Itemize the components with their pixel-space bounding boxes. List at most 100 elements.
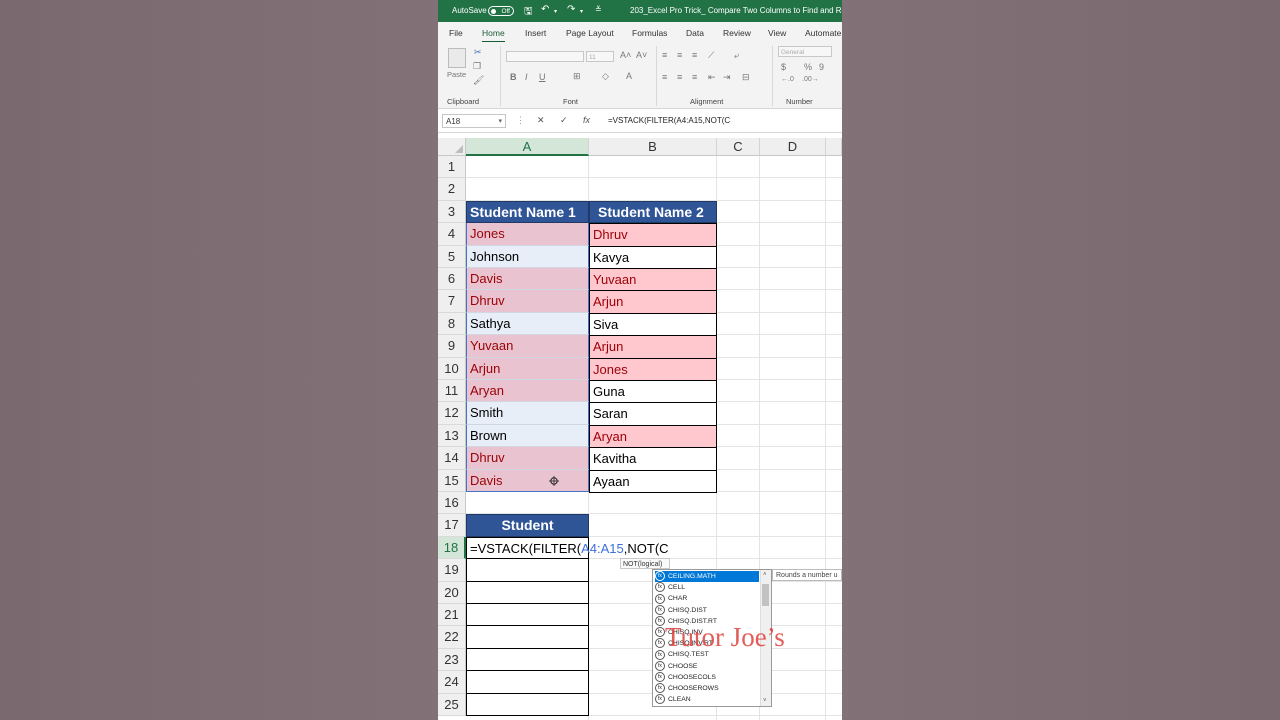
table-cell-a[interactable]: Davis — [466, 469, 589, 492]
row-header-23[interactable]: 23 — [438, 648, 466, 672]
row-header-4[interactable]: 4 — [438, 223, 466, 246]
autocomplete-item[interactable]: fx CEILING.MATH — [655, 571, 759, 582]
number-format-box[interactable]: General — [778, 46, 832, 57]
result-cell[interactable] — [466, 648, 589, 672]
tab-page-layout[interactable]: Page Layout — [566, 28, 614, 38]
row-header-22[interactable]: 22 — [438, 626, 466, 649]
row-header-1[interactable]: 1 — [438, 156, 466, 179]
align-center-icon[interactable]: ≡ — [677, 72, 682, 82]
table-cell-a[interactable]: Davis — [466, 268, 589, 291]
table-cell-b[interactable]: Arjun — [589, 335, 717, 359]
percent-icon[interactable]: % — [804, 62, 812, 72]
table-cell-a[interactable]: Aryan — [466, 380, 589, 403]
table-cell-b[interactable]: Kavya — [589, 245, 717, 269]
increase-indent-icon[interactable]: ⇥ — [723, 72, 731, 83]
top-align-icon[interactable]: ≡ — [662, 50, 667, 60]
tab-file[interactable]: File — [449, 28, 463, 38]
table-cell-a[interactable]: Brown — [466, 424, 589, 448]
scroll-thumb[interactable] — [762, 584, 769, 606]
merge-center-icon[interactable]: ⊟ — [742, 72, 750, 83]
header-student-name-2[interactable]: Student Name 2 — [589, 200, 717, 224]
row-header-12[interactable]: 12 — [438, 402, 466, 425]
increase-decimal-icon[interactable]: ←.0 — [781, 76, 794, 83]
name-box[interactable]: A18 — [442, 114, 506, 129]
underline-icon[interactable]: U — [539, 72, 546, 82]
table-cell-b[interactable]: Siva — [589, 312, 717, 337]
row-header-25[interactable]: 25 — [438, 693, 466, 716]
wrap-text-icon[interactable]: ⤶ — [734, 50, 739, 61]
table-cell-b[interactable]: Saran — [589, 402, 717, 426]
table-cell-b[interactable]: Guna — [589, 380, 717, 404]
column-header-b[interactable]: B — [589, 138, 717, 156]
row-header-14[interactable]: 14 — [438, 447, 466, 470]
row-header-7[interactable]: 7 — [438, 290, 466, 313]
fill-color-icon[interactable]: ◇ — [602, 71, 609, 82]
autocomplete-item[interactable]: fx CHOOSECOLS — [655, 672, 759, 683]
tab-review[interactable]: Review — [723, 28, 751, 38]
table-cell-b[interactable]: Yuvaan — [589, 268, 717, 292]
result-cell[interactable] — [466, 604, 589, 627]
table-cell-a[interactable]: Johnson — [466, 245, 589, 268]
autocomplete-item[interactable]: fx CHAR — [655, 593, 759, 604]
row-header-24[interactable]: 24 — [438, 671, 466, 694]
column-header-e[interactable] — [826, 138, 842, 156]
table-cell-b[interactable]: Dhruv — [589, 223, 717, 247]
decrease-font-icon[interactable]: A˅ — [636, 50, 647, 60]
row-header-18[interactable]: 18 — [438, 536, 466, 560]
row-header-20[interactable]: 20 — [438, 581, 466, 604]
format-painter-icon[interactable]: 🖌 — [473, 75, 484, 86]
italic-icon[interactable]: I — [525, 72, 528, 82]
align-right-icon[interactable]: ≡ — [692, 72, 697, 82]
result-cell[interactable] — [466, 626, 589, 649]
row-header-8[interactable]: 8 — [438, 312, 466, 336]
table-cell-a[interactable]: Yuvaan — [466, 335, 589, 358]
table-cell-a[interactable]: Jones — [466, 223, 589, 246]
enter-icon[interactable]: ✓ — [560, 115, 568, 126]
undo-dropdown-icon[interactable]: ▾ — [554, 8, 557, 15]
formula-input[interactable]: =VSTACK(FILTER(A4:A15,NOT(C — [608, 116, 730, 125]
row-header-17[interactable]: 17 — [438, 514, 466, 537]
tab-home[interactable]: Home — [482, 28, 505, 43]
currency-icon[interactable]: $ — [781, 62, 786, 72]
middle-align-icon[interactable]: ≡ — [677, 50, 682, 60]
row-header-19[interactable]: 19 — [438, 559, 466, 582]
tab-formulas[interactable]: Formulas — [632, 28, 667, 38]
tab-view[interactable]: View — [768, 28, 786, 38]
row-header-3[interactable]: 3 — [438, 200, 466, 224]
result-cell[interactable] — [466, 559, 589, 582]
autosave-toggle[interactable]: Off — [488, 6, 514, 16]
select-all-corner[interactable] — [438, 138, 466, 156]
font-name-box[interactable] — [506, 51, 584, 62]
row-header-15[interactable]: 15 — [438, 469, 466, 492]
autocomplete-item[interactable]: fx CELL — [655, 582, 759, 593]
comma-style-icon[interactable]: 9 — [819, 62, 824, 72]
table-cell-b[interactable]: Ayaan — [589, 469, 717, 493]
autocomplete-item[interactable]: fx CHOOSE — [655, 660, 759, 672]
result-cell[interactable] — [466, 581, 589, 604]
scroll-down-icon[interactable]: ˅ — [763, 698, 767, 704]
column-header-d[interactable]: D — [760, 138, 826, 156]
row-header-10[interactable]: 10 — [438, 357, 466, 380]
table-cell-b[interactable]: Arjun — [589, 290, 717, 314]
orientation-icon[interactable]: ⟋ — [708, 50, 714, 61]
cut-icon[interactable]: ✂ — [474, 47, 482, 58]
autocomplete-item[interactable]: fx CLEAN — [655, 694, 759, 705]
copy-icon[interactable]: ❐ — [473, 61, 481, 72]
undo-icon[interactable]: ↶ — [541, 4, 549, 15]
result-cell[interactable] — [466, 693, 589, 716]
decrease-decimal-icon[interactable]: .00→ — [802, 76, 819, 83]
row-header-13[interactable]: 13 — [438, 424, 466, 448]
row-header-11[interactable]: 11 — [438, 380, 466, 403]
scroll-up-icon[interactable]: ˄ — [763, 572, 767, 578]
header-student-name-1[interactable]: Student Name 1 — [466, 200, 589, 224]
row-header-5[interactable]: 5 — [438, 245, 466, 268]
table-cell-a[interactable]: Dhruv — [466, 290, 589, 313]
font-color-icon[interactable]: A — [626, 71, 632, 81]
borders-icon[interactable]: ⊞ — [573, 71, 581, 82]
customize-toolbar-icon[interactable]: ≚ — [595, 5, 602, 14]
result-header-student[interactable]: Student — [466, 514, 589, 537]
tab-automate[interactable]: Automate — [805, 28, 841, 38]
active-cell-a18[interactable]: =VSTACK(FILTER(A4:A15,NOT(C — [466, 536, 669, 560]
bold-icon[interactable]: B — [510, 72, 517, 82]
autocomplete-item[interactable]: fx CHOOSEROWS — [655, 683, 759, 694]
